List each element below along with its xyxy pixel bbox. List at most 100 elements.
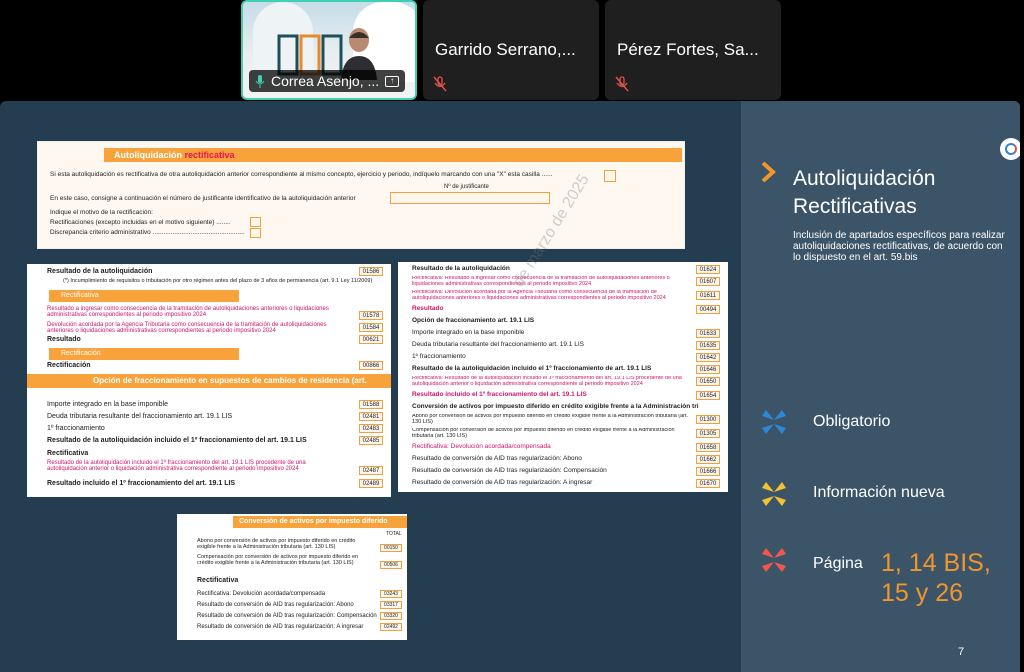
section-header-text: Autoliquidación bbox=[114, 150, 185, 160]
participant-name: Garrido Serrano,... bbox=[435, 40, 576, 59]
row-label: 1º fraccionamiento bbox=[47, 425, 105, 432]
row-label: Rectificativa: Resultado a ingresar como… bbox=[412, 276, 670, 287]
row-label: Rectificativa: Resultado de la autoliqui… bbox=[412, 376, 682, 387]
row-label: Resultado de conversión de AID tras regu… bbox=[197, 602, 354, 608]
motivo-option-1: Rectificaciones (excepto incluidas en el… bbox=[50, 219, 231, 226]
section-header-accent: rectificativa bbox=[184, 150, 235, 160]
casilla-code: 02481 bbox=[359, 412, 383, 421]
row-label: Resultado de conversión de AID tras regu… bbox=[197, 613, 377, 619]
row-label: Resultado de la autoliquidación incluido… bbox=[412, 365, 652, 372]
casilla-code: 01624 bbox=[696, 265, 720, 274]
row-label: Deuda tributaria resultante del fraccion… bbox=[412, 341, 584, 348]
casilla-code: 00621 bbox=[359, 335, 383, 344]
legend-obligatorio: Obligatorio bbox=[813, 413, 891, 430]
slide-title: Autoliquidación Rectificativas bbox=[793, 167, 936, 218]
informacion-nueva-legend-icon bbox=[762, 482, 786, 506]
row-label: Resultado incluido el 1º fraccionamiento… bbox=[412, 391, 587, 398]
casilla-code: 00506 bbox=[380, 561, 402, 569]
justificante-label: Nº de justificante bbox=[444, 184, 489, 190]
casilla-code: 01662 bbox=[696, 455, 720, 464]
screen-share-icon[interactable]: ↑ bbox=[385, 75, 400, 87]
casilla-code: 01635 bbox=[696, 341, 720, 350]
casilla-code: 02489 bbox=[359, 479, 383, 488]
row-label: Importe integrado en la base imponible bbox=[47, 401, 169, 408]
casilla-code: 01642 bbox=[696, 353, 720, 362]
motivo-checkbox-2[interactable] bbox=[250, 228, 261, 238]
casilla-code: 01646 bbox=[696, 365, 720, 374]
row-label: Resultado bbox=[412, 305, 444, 312]
row-label: Resultado de conversión de AID tras regu… bbox=[197, 624, 364, 630]
participant-name-badge: Correa Asenjo, ... ↑ bbox=[249, 70, 406, 92]
casilla-code: 02485 bbox=[359, 436, 383, 445]
meeting-window: Correa Asenjo, ... ↑ Garrido Serrano,...… bbox=[0, 0, 1024, 672]
row-label: Deuda tributaria resultante del fraccion… bbox=[47, 413, 233, 420]
casilla-code: 01588 bbox=[359, 400, 383, 409]
row-label: 1º fraccionamiento bbox=[412, 353, 466, 360]
row-label: Opción de fraccionamiento art. 19.1 LIS bbox=[412, 317, 535, 324]
row-label: Resultado de la autoliquidación incluido… bbox=[47, 437, 307, 444]
form-resultado: Resultado de la autoliquidación 01586 (*… bbox=[27, 264, 391, 497]
row-label: Resultado de la autoliquidación bbox=[412, 265, 510, 272]
footnote: (*) Incumplimiento de requisitos o tribu… bbox=[63, 278, 373, 284]
casilla-code: 01300 bbox=[696, 415, 720, 424]
row-label: Rectificativa: Devolución acordada/compe… bbox=[412, 443, 551, 450]
casilla-code: 01584 bbox=[359, 323, 383, 332]
casilla-code: 02483 bbox=[359, 424, 383, 433]
rect-line-1: Resultado a ingresar como consecuencia d… bbox=[47, 306, 329, 318]
justificante-input[interactable] bbox=[390, 192, 550, 204]
section-header: Autoliquidación rectificativa bbox=[104, 148, 682, 162]
row-label: Conversión de activos por impuesto difer… bbox=[412, 403, 699, 410]
participant-tile[interactable]: Garrido Serrano,... bbox=[423, 0, 599, 100]
row-label: Rectificativa: Devolución acordada/compe… bbox=[197, 591, 326, 597]
slide-description: Inclusión de apartados específicos para … bbox=[793, 230, 1005, 263]
fraccionamiento-bar: Opción de fraccionamiento en supuestos d… bbox=[27, 374, 391, 388]
casilla-code: 01654 bbox=[696, 391, 720, 400]
casilla-code: 01586 bbox=[359, 267, 383, 276]
row-label: Resultado de la autoliquidación incluido… bbox=[47, 460, 306, 472]
casilla-code: 03320 bbox=[380, 612, 402, 620]
obligatorio-legend-icon bbox=[762, 410, 786, 434]
casilla-code: 01607 bbox=[696, 277, 720, 286]
rect-question: Si esta autoliquidación es rectificativa… bbox=[50, 171, 553, 178]
casilla-code: 03243 bbox=[380, 590, 402, 598]
mic-on-icon bbox=[255, 75, 265, 88]
row-label: Resultado de conversión de AID tras regu… bbox=[412, 479, 593, 486]
casilla-code: 01578 bbox=[359, 311, 383, 320]
participant-name: Pérez Fortes, Sa... bbox=[617, 40, 759, 59]
rectificativa-label: Rectificativa bbox=[197, 577, 239, 584]
casilla-code: 01305 bbox=[696, 429, 720, 438]
row-label: Importe integrado en la base imponible bbox=[412, 329, 525, 336]
rect-line-2: Devolución acordada por la Agencia Tribu… bbox=[47, 322, 327, 334]
motivo-checkbox-1[interactable] bbox=[250, 217, 261, 227]
legend-informacion-nueva: Información nueva bbox=[813, 484, 945, 501]
justificante-instruction: En este caso, consigne a continuación el… bbox=[50, 195, 356, 202]
motivo-option-2: Discrepancia criterio administrativo ...… bbox=[50, 229, 245, 236]
slide-number: 7 bbox=[958, 646, 965, 658]
casilla-code: 00866 bbox=[359, 361, 383, 370]
row-label: Resultado de conversión de AID tras regu… bbox=[412, 455, 582, 462]
casilla-code: 00494 bbox=[696, 305, 720, 314]
mic-off-icon bbox=[433, 76, 447, 92]
row-label: Rectificativa: Devolución acordada por l… bbox=[412, 290, 666, 301]
page-numbers: 1, 14 BIS, 15 y 26 bbox=[881, 549, 991, 607]
form-conversion-aid: Conversión de activos por impuesto difer… bbox=[177, 514, 407, 640]
app-logo-icon[interactable] bbox=[1000, 138, 1020, 160]
form-rectificativa: Autoliquidación rectificativa Si esta au… bbox=[37, 141, 685, 249]
casilla-code: 01658 bbox=[696, 443, 720, 452]
participant-tile[interactable]: Pérez Fortes, Sa... bbox=[605, 0, 781, 100]
resultado-label: Resultado de la autoliquidación bbox=[47, 268, 153, 275]
pagina-legend-icon bbox=[762, 548, 786, 572]
casilla-code: 03317 bbox=[380, 601, 402, 609]
row-label: Compensación por conversión de activos p… bbox=[197, 554, 359, 566]
casilla-code: 01650 bbox=[696, 377, 720, 386]
mic-off-icon bbox=[615, 76, 629, 92]
participant-tile-active[interactable]: Correa Asenjo, ... ↑ bbox=[241, 0, 417, 100]
row-label: Resultado de conversión de AID tras regu… bbox=[412, 467, 607, 474]
form-resultado-2: Resultado de la autoliquidación 01624 Rect… bbox=[398, 262, 728, 492]
chevron-right-icon bbox=[761, 161, 776, 183]
legend-pagina: Página bbox=[813, 555, 863, 572]
rectificativa-bar: Rectificativa bbox=[49, 290, 239, 302]
rect-checkbox[interactable] bbox=[604, 170, 616, 182]
participant-name: Correa Asenjo, ... bbox=[271, 73, 380, 89]
rectificacion-bar: Rectificación bbox=[49, 348, 239, 360]
